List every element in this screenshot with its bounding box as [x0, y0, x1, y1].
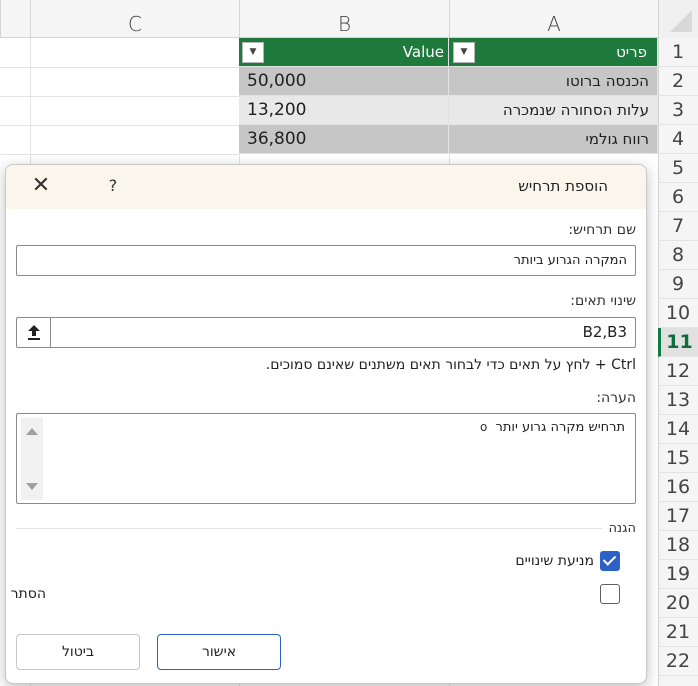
table-cell-item[interactable]: הכנסה ברוטו: [449, 67, 658, 96]
scenario-name-input[interactable]: המקרה הגרוע ביותר: [16, 245, 636, 276]
scroll-down-icon[interactable]: [26, 483, 38, 490]
comment-text: תרחיש מקרה גרוע יותר o: [480, 420, 625, 435]
row-header-16[interactable]: 16: [658, 473, 698, 502]
table-header-value[interactable]: Value ▼: [239, 38, 449, 67]
row-header-19[interactable]: 19: [658, 560, 698, 589]
row-header-22[interactable]: 22: [658, 647, 698, 676]
column-header-b[interactable]: B: [239, 0, 449, 38]
row-header-13[interactable]: 13: [658, 386, 698, 415]
row-header-9[interactable]: 9: [658, 270, 698, 299]
changing-cells-label: שינוי תאים:: [570, 293, 636, 309]
comment-label: הערה:: [596, 390, 636, 406]
protection-section-title: הגנה: [602, 521, 636, 536]
row-header-12[interactable]: 12: [658, 357, 698, 386]
checkmark-icon: [602, 552, 617, 566]
comment-scrollbar[interactable]: [21, 418, 43, 500]
table-cell-value[interactable]: 13,200: [239, 96, 449, 125]
select-all-corner[interactable]: [658, 0, 698, 38]
help-icon[interactable]: ?: [103, 175, 123, 197]
hide-label: הסתר: [10, 586, 46, 602]
row-header-8[interactable]: 8: [658, 241, 698, 270]
section-divider: [16, 528, 636, 529]
changing-cells-value: B2,B3: [582, 323, 627, 341]
dialog-titlebar[interactable]: הוספת תרחיש ? ✕: [6, 165, 646, 209]
row-header-18[interactable]: 18: [658, 531, 698, 560]
scenario-name-label: שם תרחיש:: [568, 222, 636, 238]
row-header-20[interactable]: 20: [658, 589, 698, 618]
table-cell-value[interactable]: 50,000: [239, 67, 449, 96]
row-header-4[interactable]: 4: [658, 125, 698, 154]
ok-button[interactable]: אישור: [157, 634, 281, 670]
row-header-column: 1 2 3 4 5 6 7 8 9 10 11 12 13 14 15 16 1…: [658, 38, 698, 686]
row-header-10[interactable]: 10: [658, 299, 698, 328]
prevent-changes-checkbox[interactable]: [600, 551, 620, 571]
row-header-1[interactable]: 1: [658, 38, 698, 67]
dialog-title: הוספת תרחיש: [518, 177, 608, 195]
collapse-dialog-button[interactable]: [17, 318, 51, 347]
filter-dropdown-icon[interactable]: ▼: [242, 42, 264, 63]
row-header-15[interactable]: 15: [658, 444, 698, 473]
row-header-5[interactable]: 5: [658, 154, 698, 183]
column-header-d[interactable]: [0, 0, 30, 38]
row-header-21[interactable]: 21: [658, 618, 698, 647]
comment-textarea[interactable]: תרחיש מקרה גרוע יותר o: [16, 413, 636, 504]
table-cell-item[interactable]: עלות הסחורה שנמכרה: [449, 96, 658, 125]
column-header-a[interactable]: A: [449, 0, 658, 38]
filter-dropdown-icon[interactable]: ▼: [453, 42, 475, 63]
upload-arrow-icon: [27, 325, 40, 340]
row-header-6[interactable]: 6: [658, 183, 698, 212]
scroll-up-icon[interactable]: [26, 428, 38, 435]
row-header-7[interactable]: 7: [658, 212, 698, 241]
column-header-c[interactable]: C: [30, 0, 239, 38]
row-header-2[interactable]: 2: [658, 67, 698, 96]
multi-select-hint: Ctrl + לחץ על תאים כדי לבחור תאים משתנים…: [265, 357, 636, 373]
prevent-changes-label: מניעת שינויים: [515, 553, 594, 569]
cancel-button[interactable]: ביטול: [16, 634, 140, 670]
row-header-14[interactable]: 14: [658, 415, 698, 444]
table-cell-value[interactable]: 36,800: [239, 125, 449, 154]
changing-cells-input[interactable]: B2,B3: [16, 317, 636, 348]
row-header-3[interactable]: 3: [658, 96, 698, 125]
add-scenario-dialog: הוספת תרחיש ? ✕ שם תרחיש: המקרה הגרוע בי…: [5, 164, 647, 684]
table-cell-item[interactable]: רווח גולמי: [449, 125, 658, 154]
row-header-17[interactable]: 17: [658, 502, 698, 531]
row-header-11[interactable]: 11: [658, 328, 698, 357]
hide-checkbox[interactable]: [600, 584, 620, 604]
table-header-item[interactable]: פריט ▼: [449, 38, 658, 67]
close-icon[interactable]: ✕: [28, 173, 54, 199]
column-header-row: C B A: [0, 0, 698, 38]
